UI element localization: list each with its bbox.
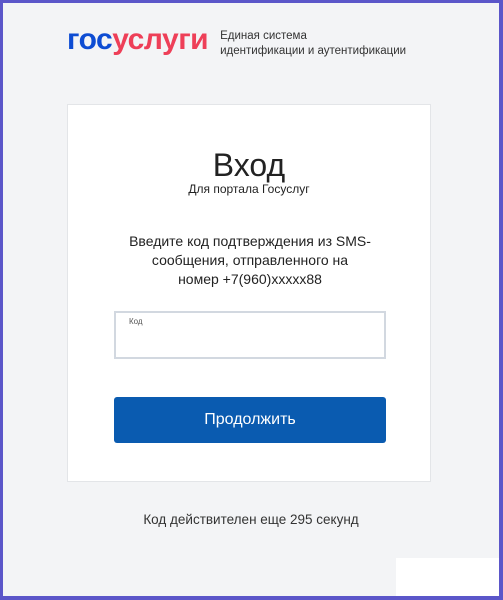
logo-part-uslugi: услуги (112, 23, 209, 56)
page-subtitle: Для портала Госуслуг (188, 182, 310, 196)
header: госуслуги Единая система идентификации и… (67, 25, 406, 59)
code-input[interactable] (126, 331, 380, 355)
code-timer: Код действителен еще 295 секунд (143, 512, 359, 527)
login-card: Вход Для портала Госуслуг Введите код по… (67, 104, 431, 482)
instruction-line-3: номер +7(960)xxxxx88 (178, 271, 322, 287)
system-tagline: Единая система идентификации и аутентифи… (220, 29, 406, 59)
instruction-line-1: Введите код подтверждения из SMS- (129, 233, 371, 249)
tagline-line-1: Единая система (220, 30, 307, 42)
page-title: Вход (212, 147, 286, 183)
code-field-label: Код (129, 317, 143, 326)
corner-patch (396, 558, 499, 596)
instruction-line-2: сообщения, отправленного на (151, 252, 349, 268)
continue-button[interactable]: Продолжить (114, 397, 386, 443)
gosuslugi-logo[interactable]: госуслуги (67, 23, 209, 56)
tagline-line-2: идентификации и аутентификации (220, 45, 407, 57)
logo-part-gos: гос (67, 23, 113, 56)
sms-instruction: Введите код подтверждения из SMS- сообще… (108, 232, 392, 289)
code-field[interactable]: Код (114, 311, 386, 359)
